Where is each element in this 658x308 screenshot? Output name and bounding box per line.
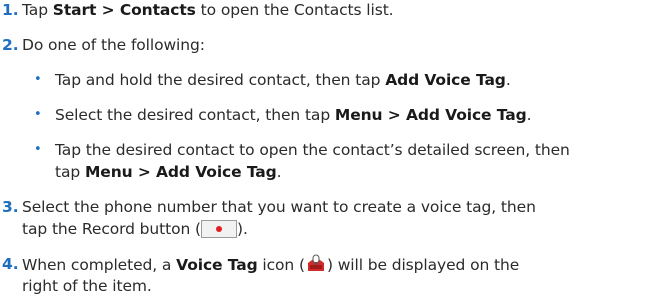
step-1-pre: Tap — [22, 1, 53, 19]
bullet-3-pre: tap — [55, 163, 85, 181]
step-3-number: 3. — [2, 198, 19, 216]
step-1-number: 1. — [2, 1, 19, 19]
step-1-text: Tap Start > Contacts to open the Contact… — [22, 0, 394, 20]
step-4-mid: icon ( — [257, 256, 305, 274]
step-4-number: 4. — [2, 255, 19, 273]
step-4-line-1: When completed, a Voice Tag icon ( ) wil… — [22, 254, 519, 275]
voice-tag-icon — [307, 254, 324, 271]
step-4-bold: Voice Tag — [176, 256, 258, 274]
bullet-3-line-2: tap Menu > Add Voice Tag. — [55, 162, 282, 182]
bullet-1-post: . — [505, 71, 511, 89]
step-3-line-1: Select the phone number that you want to… — [22, 198, 536, 216]
record-button-icon — [201, 220, 237, 238]
bullet-1-marker: • — [34, 72, 42, 87]
bullet-2-bold: Menu > Add Voice Tag — [334, 106, 527, 124]
bullet-3-line-1: Tap the desired contact to open the cont… — [55, 141, 570, 159]
step-2-text: Do one of the following: — [22, 36, 205, 54]
bullet-3-bold: Menu > Add Voice Tag — [84, 163, 277, 181]
bullet-3-post: . — [276, 163, 282, 181]
step-3-pre: tap the Record button ( — [22, 220, 201, 238]
step-4-post: ) will be displayed on the — [326, 256, 520, 274]
step-3-line-2: tap the Record button (). — [22, 219, 248, 239]
bullet-1-pre: Tap and hold the desired contact, then t… — [55, 71, 386, 89]
bullet-2-post: . — [526, 106, 532, 124]
step-4-pre: When completed, a — [22, 256, 177, 274]
step-3-post: ). — [237, 220, 248, 238]
bullet-2-marker: • — [34, 107, 42, 122]
step-4-line-2: right of the item. — [22, 277, 152, 295]
bullet-3-marker: • — [34, 142, 42, 157]
bullet-1-bold: Add Voice Tag — [385, 71, 506, 89]
bullet-2-text: Select the desired contact, then tap Men… — [55, 105, 532, 125]
step-1-bold: Start > Contacts — [52, 1, 196, 19]
bullet-1-text: Tap and hold the desired contact, then t… — [55, 70, 511, 90]
step-1-post: to open the Contacts list. — [195, 1, 394, 19]
step-2-number: 2. — [2, 36, 19, 54]
bullet-2-pre: Select the desired contact, then tap — [55, 106, 335, 124]
